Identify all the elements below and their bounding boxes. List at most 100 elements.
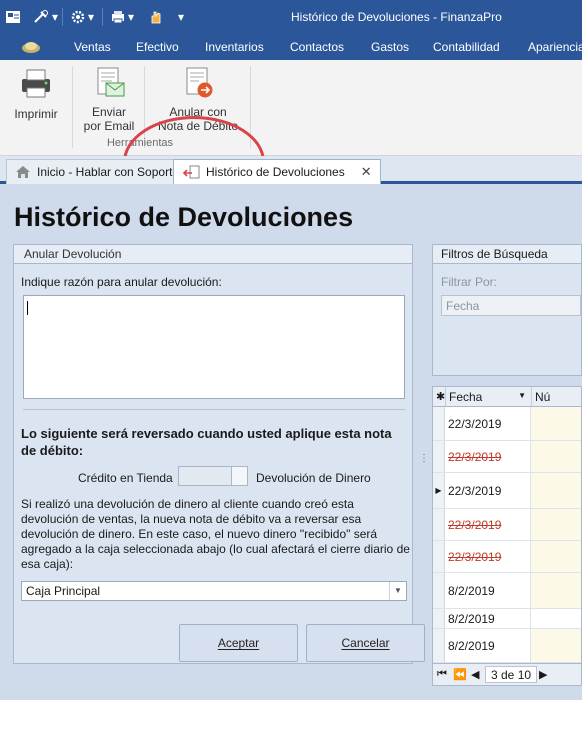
date-cell: 22/3/2019 xyxy=(445,407,531,440)
status-bar xyxy=(0,700,582,735)
cash-register-select[interactable]: Caja Principal ▼ xyxy=(21,581,407,601)
sort-icon[interactable]: ▼ xyxy=(518,391,526,400)
store-credit-label: Crédito en Tienda xyxy=(78,471,173,485)
chevron-down-icon[interactable]: ▼ xyxy=(389,582,406,600)
grid-pager: ⏮ ⏪ ◀ 3 de 10 ▶ xyxy=(433,663,581,685)
gear-icon[interactable] xyxy=(70,8,86,26)
row-selector[interactable] xyxy=(433,629,445,662)
cancel-label: Cancelar xyxy=(341,636,390,650)
date-cell: 8/2/2019 xyxy=(445,629,531,662)
row-selector[interactable] xyxy=(433,573,445,608)
table-row[interactable]: 8/2/2019 xyxy=(433,609,581,629)
main-content: Histórico de Devoluciones Anular Devoluc… xyxy=(0,184,582,735)
text-caret xyxy=(27,301,28,315)
print-preview-icon[interactable] xyxy=(110,8,126,26)
filter-by-label: Filtrar Por: xyxy=(441,275,498,289)
customize-dropdown-icon[interactable]: ▾ xyxy=(178,8,184,26)
menu-inventarios[interactable]: Inventarios xyxy=(205,40,264,54)
column-fecha[interactable]: Fecha ▼ xyxy=(445,387,531,406)
tools-icon[interactable] xyxy=(32,8,50,26)
page-indicator[interactable]: 3 de 10 xyxy=(485,666,538,683)
row-selector[interactable] xyxy=(433,541,445,572)
filter-by-select[interactable]: Fecha xyxy=(441,295,581,316)
date-cell: 8/2/2019 xyxy=(445,573,531,608)
row-selector[interactable] xyxy=(433,609,445,628)
panel-divider xyxy=(23,409,405,410)
table-row[interactable]: 8/2/2019 xyxy=(433,573,581,609)
accept-label: Aceptar xyxy=(217,636,260,650)
table-row[interactable]: 22/3/2019 xyxy=(433,441,581,473)
tab-inicio[interactable]: Inicio - Hablar con Soporte xyxy=(6,159,189,184)
return-icon xyxy=(182,165,200,179)
refund-type-toggle[interactable] xyxy=(178,466,248,486)
menu-gastos[interactable]: Gastos xyxy=(371,40,409,54)
debit-note-icon xyxy=(186,67,213,98)
number-cell xyxy=(531,629,581,662)
panel-header: Anular Devolución xyxy=(14,245,412,264)
reversal-note: Lo siguiente será reversado cuando usted… xyxy=(21,426,392,458)
table-row[interactable]: 22/3/2019 xyxy=(433,407,581,441)
menu-apariencia[interactable]: Apariencia xyxy=(528,40,582,54)
tab-historico-devoluciones[interactable]: Histórico de Devoluciones ✕ xyxy=(173,159,381,184)
app-logo-icon[interactable] xyxy=(5,8,21,26)
cash-register-value: Caja Principal xyxy=(26,584,101,598)
print-label: Imprimir xyxy=(14,107,58,121)
column-numero[interactable]: Nú xyxy=(531,387,581,406)
accept-button[interactable]: Aceptar xyxy=(179,624,298,662)
print-button[interactable]: Imprimir xyxy=(6,66,66,121)
number-cell xyxy=(531,573,581,608)
email-button[interactable]: Enviar por Email xyxy=(78,66,140,133)
table-row[interactable]: 8/2/2019 xyxy=(433,629,581,663)
search-filters-panel: Filtros de Búsqueda Filtrar Por: Fecha xyxy=(432,244,582,376)
menu-ventas[interactable]: Ventas xyxy=(74,40,111,54)
previous-icon[interactable]: ◀ xyxy=(471,668,479,681)
close-tab-icon[interactable]: ✕ xyxy=(361,164,372,180)
new-row-icon: ✱ xyxy=(436,391,446,403)
cancel-return-panel: Anular Devolución Indique razón para anu… xyxy=(13,244,425,664)
table-row[interactable]: 22/3/2019 xyxy=(433,509,581,541)
reason-prompt: Indique razón para anular devolución: xyxy=(21,275,222,289)
title-bar: ▾ ▾ ▾ ▾ Histórico de Devoluciones - Fina… xyxy=(0,0,582,34)
previous-page-icon[interactable]: ⏪ xyxy=(453,668,467,681)
document-tabs: Inicio - Hablar con Soporte Histórico de… xyxy=(0,156,582,184)
first-page-icon[interactable]: ⏮ xyxy=(437,668,447,681)
menu-contactos[interactable]: Contactos xyxy=(290,40,344,54)
number-cell xyxy=(531,609,581,628)
tab-inicio-label: Inicio - Hablar con Soporte xyxy=(37,165,180,179)
print-dropdown-icon[interactable]: ▾ xyxy=(128,8,134,26)
cash-refund-label: Devolución de Dinero xyxy=(256,471,371,485)
date-cell: 22/3/2019 xyxy=(445,473,531,508)
table-row[interactable]: 22/3/2019 xyxy=(433,541,581,573)
row-selector[interactable] xyxy=(433,407,445,440)
row-selector[interactable] xyxy=(433,509,445,540)
ribbon-separator xyxy=(72,66,73,148)
date-cell: 8/2/2019 xyxy=(445,609,531,628)
menu-bar: Ventas Efectivo Inventarios Contactos Ga… xyxy=(0,34,582,60)
email-label: Enviar por Email xyxy=(83,105,135,133)
filters-header: Filtros de Búsqueda xyxy=(433,245,581,264)
number-cell xyxy=(531,509,581,540)
grid-header: ✱ Fecha ▼ Nú xyxy=(433,387,581,407)
column-numero-label: Nú xyxy=(535,390,551,404)
gear-dropdown-icon[interactable]: ▾ xyxy=(88,8,94,26)
next-icon[interactable]: ▶ xyxy=(539,668,547,681)
home-icon xyxy=(16,166,30,178)
tools-dropdown-icon[interactable]: ▾ xyxy=(52,8,58,26)
number-cell xyxy=(531,441,581,472)
row-selector[interactable] xyxy=(433,441,445,472)
menu-efectivo[interactable]: Efectivo xyxy=(136,40,179,54)
splitter-grip-icon[interactable]: ⋮ xyxy=(419,454,429,474)
toolbar-separator xyxy=(102,8,103,26)
cancel-button[interactable]: Cancelar xyxy=(306,624,425,662)
printer-icon xyxy=(22,69,50,98)
window-title: Histórico de Devoluciones - FinanzaPro xyxy=(291,10,502,24)
reason-textarea[interactable] xyxy=(23,295,405,399)
toggle-knob[interactable] xyxy=(231,467,247,485)
menu-contabilidad[interactable]: Contabilidad xyxy=(433,40,500,54)
column-fecha-label: Fecha xyxy=(449,390,483,404)
row-selector[interactable]: ▶ xyxy=(433,473,445,508)
table-row[interactable]: ▶ 22/3/2019 xyxy=(433,473,581,509)
hand-icon[interactable] xyxy=(148,8,164,26)
toolbar-separator xyxy=(62,8,63,26)
app-menu-icon[interactable] xyxy=(20,38,40,54)
